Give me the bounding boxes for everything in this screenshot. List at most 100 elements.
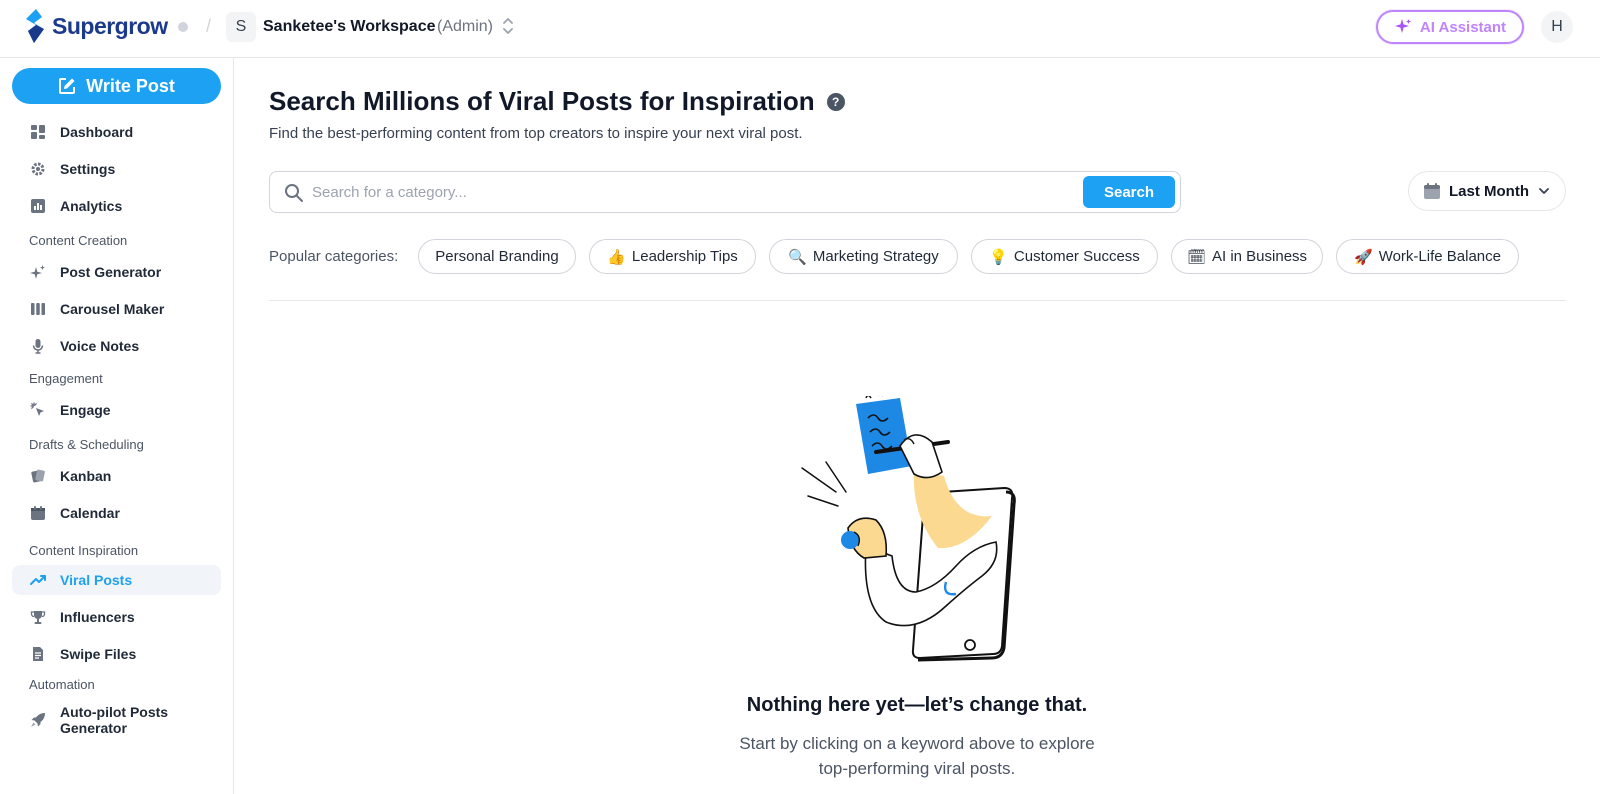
sidebar-item-label: Calendar xyxy=(60,505,120,521)
category-chip[interactable]: 🗓 AI in Business xyxy=(1171,239,1323,274)
ai-assistant-button[interactable]: AI Assistant xyxy=(1376,10,1524,44)
sidebar-item-label: Influencers xyxy=(60,609,135,625)
autopilot-label-line1: Auto-pilot Posts xyxy=(60,704,169,720)
status-dot xyxy=(178,22,188,32)
sidebar: Write Post Dashboard Settings Analytics … xyxy=(0,58,234,794)
page-subtitle: Find the best-performing content from to… xyxy=(269,125,803,142)
category-chip[interactable]: Personal Branding xyxy=(418,239,576,274)
trending-up-icon xyxy=(30,572,46,588)
thumbs-up-icon: 👍 xyxy=(607,248,626,266)
empty-state-illustration xyxy=(801,396,1016,662)
category-chip[interactable]: 👍 Leadership Tips xyxy=(589,239,756,274)
category-chip[interactable]: 💡 Customer Success xyxy=(971,239,1158,274)
columns-icon xyxy=(30,301,46,317)
section-drafts-scheduling: Drafts & Scheduling xyxy=(29,437,144,452)
page-title-text: Search Millions of Viral Posts for Inspi… xyxy=(269,86,815,116)
category-chip-label: AI in Business xyxy=(1212,248,1308,265)
sidebar-item-label: Dashboard xyxy=(60,124,134,140)
gear-icon xyxy=(30,161,46,177)
search-input[interactable] xyxy=(312,180,1092,204)
microphone-icon xyxy=(30,338,46,354)
document-icon xyxy=(30,646,46,662)
section-engagement: Engagement xyxy=(29,371,103,386)
section-content-inspiration: Content Inspiration xyxy=(29,543,139,558)
calendar-pad-icon: 🗓 xyxy=(1186,248,1206,266)
category-chip-label: Leadership Tips xyxy=(631,248,738,265)
sidebar-item-label: Swipe Files xyxy=(60,646,137,662)
sidebar-item-dashboard[interactable]: Dashboard xyxy=(12,117,221,147)
sidebar-item-post-generator[interactable]: Post Generator xyxy=(12,257,221,287)
search-bar: Search xyxy=(269,171,1181,213)
sidebar-item-influencers[interactable]: Influencers xyxy=(12,602,221,632)
bar-chart-icon xyxy=(30,198,46,214)
magnifier-icon: 🔍 xyxy=(788,248,807,266)
search-icon xyxy=(284,183,304,208)
sidebar-item-carousel-maker[interactable]: Carousel Maker xyxy=(12,294,221,324)
popular-categories-label: Popular categories: xyxy=(269,248,399,265)
autopilot-label-line2: Generator xyxy=(60,720,127,736)
section-content-creation: Content Creation xyxy=(29,233,128,248)
workspace-name[interactable]: Sanketee's Workspace xyxy=(263,18,436,36)
sidebar-item-label: Engage xyxy=(60,402,111,418)
empty-state-title: Nothing here yet—let’s change that. xyxy=(746,694,1088,716)
help-icon[interactable]: ? xyxy=(826,92,845,111)
workspace-avatar[interactable]: S xyxy=(226,12,256,42)
date-range-dropdown[interactable]: Last Month xyxy=(1408,171,1566,211)
sidebar-item-voice-notes[interactable]: Voice Notes xyxy=(12,331,221,361)
empty-state-subtitle-line2: top-performing viral posts. xyxy=(818,759,1016,778)
sidebar-item-swipe-files[interactable]: Swipe Files xyxy=(12,639,221,669)
date-range-value: Last Month xyxy=(1449,182,1529,200)
empty-state-subtitle: Start by clicking on a keyword above to … xyxy=(234,731,1600,781)
sidebar-item-label: Carousel Maker xyxy=(60,301,165,317)
sidebar-item-calendar[interactable]: Calendar xyxy=(12,498,221,528)
sidebar-item-label: Analytics xyxy=(60,198,123,214)
section-automation: Automation xyxy=(29,677,95,692)
sidebar-item-kanban[interactable]: Kanban xyxy=(12,461,221,491)
sidebar-item-label: Voice Notes xyxy=(60,338,140,354)
rocket-icon: 🚀 xyxy=(1354,248,1373,266)
cards-icon xyxy=(30,468,46,484)
trophy-icon xyxy=(30,609,46,625)
sidebar-item-settings[interactable]: Settings xyxy=(12,154,221,184)
workspace-role: (Admin) xyxy=(437,18,494,35)
sidebar-item-autopilot[interactable]: Auto-pilot Posts Generator xyxy=(12,700,221,740)
lightbulb-icon: 💡 xyxy=(989,248,1008,266)
sidebar-item-label: Post Generator xyxy=(60,264,162,280)
sparkles-icon xyxy=(30,264,46,280)
calendar-icon xyxy=(1424,183,1440,199)
sidebar-item-viral-posts[interactable]: Viral Posts xyxy=(12,565,221,595)
user-avatar[interactable]: H xyxy=(1541,11,1573,43)
chevron-down-icon xyxy=(1539,188,1549,194)
category-chip[interactable]: 🔍 Marketing Strategy xyxy=(769,239,958,274)
breadcrumb-separator: / xyxy=(206,16,212,36)
write-post-label: Write Post xyxy=(86,75,175,96)
calendar-icon xyxy=(30,505,46,521)
category-chip[interactable]: 🚀 Work-Life Balance xyxy=(1336,239,1519,274)
empty-state: Nothing here yet—let’s change that. Star… xyxy=(234,694,1600,781)
category-chip-label: Customer Success xyxy=(1013,248,1140,265)
sidebar-item-label: Settings xyxy=(60,161,116,177)
brand-logo[interactable]: Supergrow xyxy=(24,9,168,43)
dashboard-icon xyxy=(30,124,46,140)
category-chip-label: Work-Life Balance xyxy=(1378,248,1501,265)
sidebar-item-label: Viral Posts xyxy=(60,572,133,588)
sidebar-item-label: Kanban xyxy=(60,468,112,484)
rocket-icon xyxy=(30,712,46,728)
category-chip-label: Marketing Strategy xyxy=(812,248,939,265)
ai-assistant-label: AI Assistant xyxy=(1419,18,1507,36)
supergrow-logo-icon xyxy=(26,9,44,43)
cursor-click-icon xyxy=(30,402,46,418)
search-button[interactable]: Search xyxy=(1083,176,1175,208)
empty-state-subtitle-line1: Start by clicking on a keyword above to … xyxy=(739,734,1095,753)
sidebar-item-label: Auto-pilot Posts Generator xyxy=(60,704,168,736)
sidebar-item-analytics[interactable]: Analytics xyxy=(12,191,221,221)
content-divider xyxy=(269,300,1566,301)
sparkle-icon xyxy=(1394,19,1411,33)
sidebar-item-engage[interactable]: Engage xyxy=(12,395,221,425)
write-post-button[interactable]: Write Post xyxy=(12,68,221,104)
top-bar: Supergrow / S Sanketee's Workspace (Admi… xyxy=(0,0,1600,58)
brand-name: Supergrow xyxy=(52,12,168,39)
workspace-switch-icon[interactable] xyxy=(502,16,514,41)
category-chip-label: Personal Branding xyxy=(435,248,559,265)
edit-icon xyxy=(59,78,76,94)
